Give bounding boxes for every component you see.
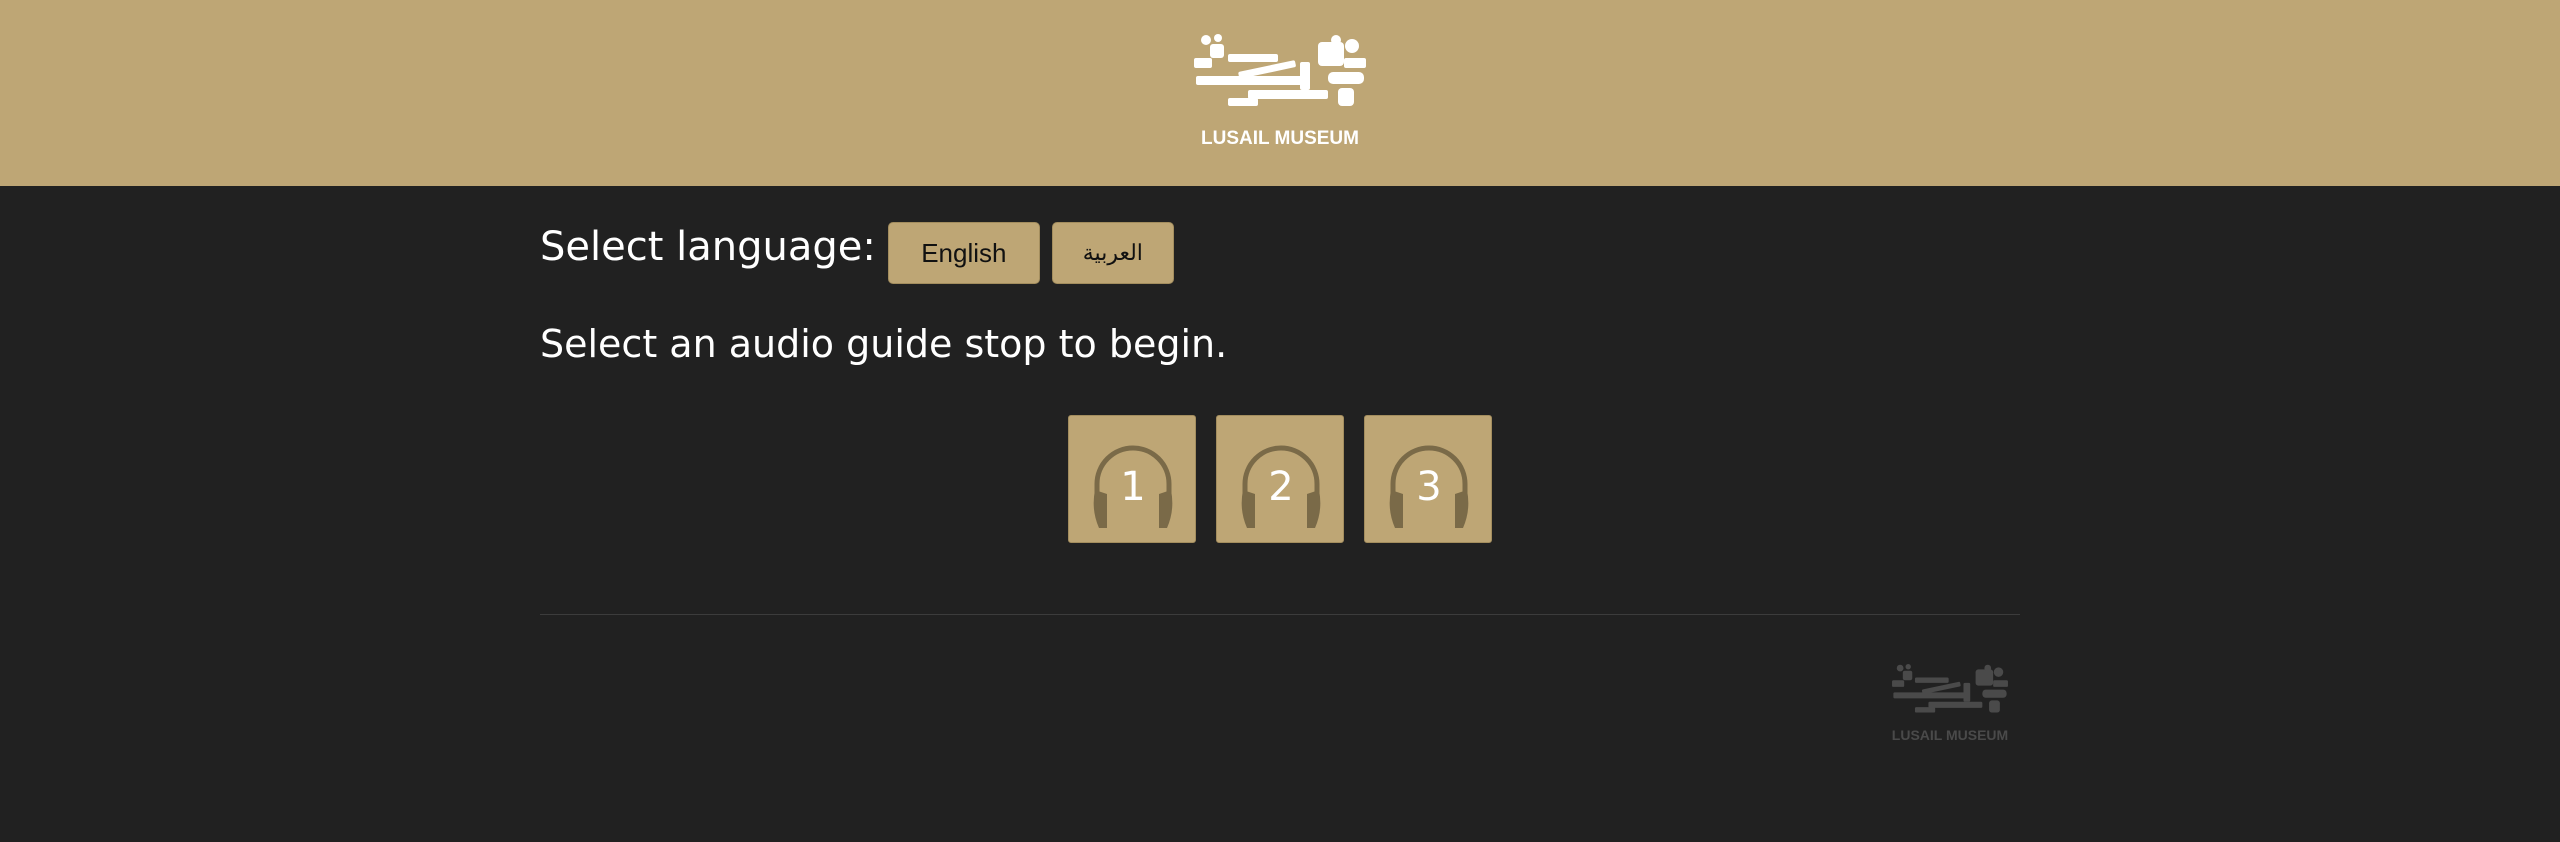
audio-stops-grid: 1 2 3	[1068, 415, 1492, 543]
stop-number: 3	[1416, 464, 1442, 510]
intro-text: Select an audio guide stop to begin.	[540, 322, 1228, 366]
language-label: Select language:	[540, 224, 876, 270]
stop-number: 1	[1120, 464, 1146, 510]
footer-logo: LUSAIL MUSEUM	[1888, 662, 2012, 748]
stop-number: 2	[1268, 464, 1294, 510]
arabic-button[interactable]: العربية	[1051, 222, 1174, 284]
audio-stop-1[interactable]: 1	[1068, 415, 1196, 543]
logo-mark-icon	[1194, 34, 1366, 106]
logo-mark-icon	[1892, 664, 2008, 713]
footer-logo-text: LUSAIL MUSEUM	[1891, 727, 2009, 743]
lusail-museum-logo[interactable]: LUSAIL MUSEUM	[1188, 32, 1372, 152]
site-header: LUSAIL MUSEUM	[0, 0, 2560, 186]
audio-stop-2[interactable]: 2	[1216, 415, 1344, 543]
audio-stop-3[interactable]: 3	[1364, 415, 1492, 543]
language-selector: Select language: English العربية	[540, 222, 1186, 284]
divider	[540, 614, 2020, 615]
english-button[interactable]: English	[887, 222, 1040, 284]
logo-text: LUSAIL MUSEUM	[1201, 128, 1359, 149]
